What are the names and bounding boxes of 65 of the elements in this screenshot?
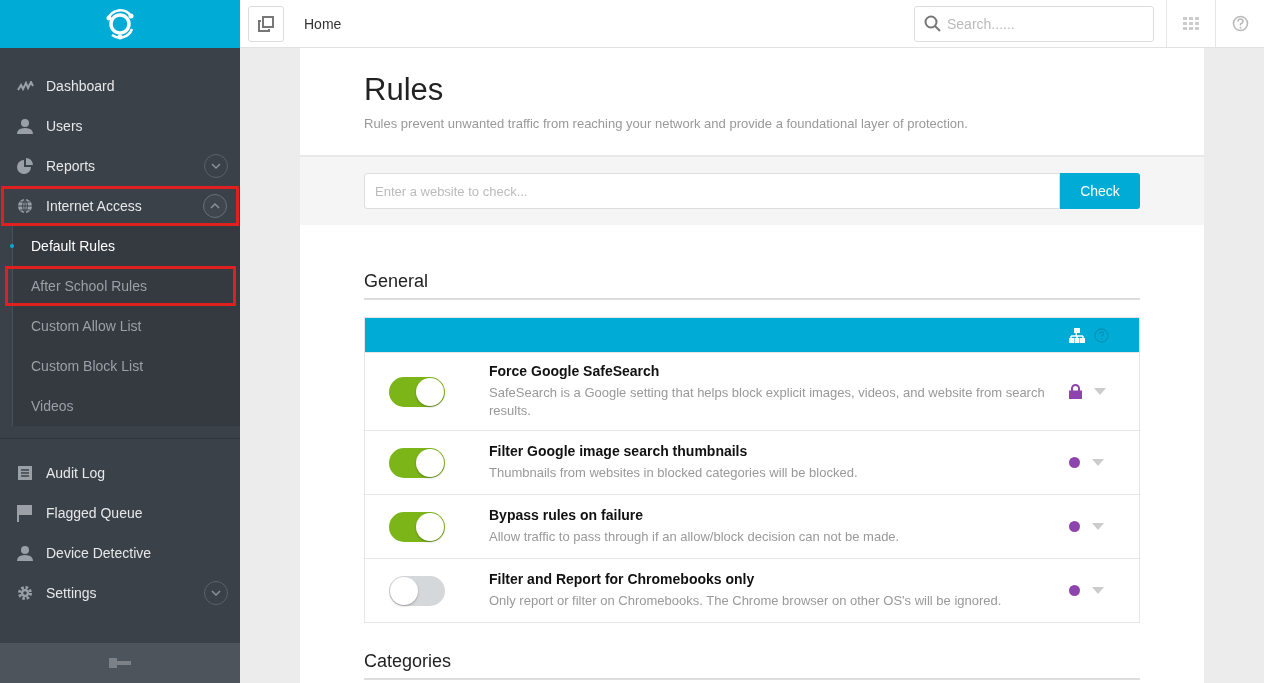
sidebar-item[interactable]: Audit Log xyxy=(0,453,240,493)
sidebar-item[interactable]: Device Detective xyxy=(0,533,240,573)
status-dot xyxy=(1069,585,1080,596)
rule-description: Thumbnails from websites in blocked categories will be blocked. xyxy=(489,464,859,482)
hierarchy-icon[interactable] xyxy=(1069,327,1085,343)
submenu-item[interactable]: Videos xyxy=(13,386,240,426)
page-title: Rules xyxy=(364,72,445,108)
dropdown-caret-icon[interactable] xyxy=(1092,587,1104,594)
nav-label: Device Detective xyxy=(46,545,153,561)
sidebar-item[interactable]: Internet Access xyxy=(1,186,239,226)
user-icon xyxy=(17,118,33,134)
page-subtitle: Rules prevent unwanted traffic from reaching your network and provide a foundational layer of protection. xyxy=(364,116,969,131)
rule-title: Force Google SafeSearch xyxy=(489,363,661,379)
nav-label: Reports xyxy=(46,158,97,174)
sidebar-item[interactable]: Settings xyxy=(0,573,240,613)
toggle-switch[interactable] xyxy=(389,447,445,478)
search-field[interactable]: Search...... xyxy=(914,5,1154,42)
windows-icon xyxy=(258,15,274,32)
section-heading: General xyxy=(364,271,1140,300)
sidebar-item[interactable]: Users xyxy=(0,106,240,146)
nav-label: Audit Log xyxy=(46,465,107,481)
help-icon[interactable] xyxy=(1094,327,1109,343)
submenu-item[interactable]: Custom Allow List xyxy=(13,306,240,346)
rule-description: SafeSearch is a Google setting that helps block explicit images, videos, and website from search results. xyxy=(489,384,1046,420)
sidebar-item[interactable]: Flagged Queue xyxy=(0,493,240,533)
nav-label: Users xyxy=(46,118,84,134)
windows-button[interactable] xyxy=(248,5,284,42)
website-field[interactable]: Enter a website to check... xyxy=(364,173,1060,209)
settings-icon xyxy=(17,585,33,601)
flag-icon xyxy=(17,504,33,522)
globe-icon xyxy=(17,198,33,214)
submenu-item[interactable]: Default Rules xyxy=(13,226,240,266)
user-icon xyxy=(17,545,33,561)
chevron-icon[interactable] xyxy=(203,194,227,218)
toggle-switch[interactable] xyxy=(389,376,445,407)
help-icon[interactable] xyxy=(1231,15,1249,32)
status-dot xyxy=(1069,521,1080,532)
status-dot xyxy=(1069,457,1080,468)
search-icon xyxy=(924,14,941,32)
section-heading: Categories xyxy=(364,651,1140,680)
breadcrumb[interactable]: Home xyxy=(304,15,342,32)
submenu-item[interactable]: After School Rules xyxy=(5,266,236,306)
rule-description: Allow traffic to pass through if an allow/block decision can not be made. xyxy=(489,528,901,546)
nav-label: Dashboard xyxy=(46,78,116,94)
dropdown-caret-icon[interactable] xyxy=(1092,459,1104,466)
rule-title: Filter Google image search thumbnails xyxy=(489,443,749,459)
nav-label: Settings xyxy=(46,585,98,601)
rule-title: Bypass rules on failure xyxy=(489,507,645,523)
activity-icon xyxy=(17,81,35,91)
sidebar-item[interactable]: Dashboard xyxy=(0,66,240,106)
toggle-switch[interactable] xyxy=(389,511,445,542)
apps-grid-icon[interactable] xyxy=(1183,16,1199,31)
key-icon[interactable] xyxy=(109,658,131,668)
toggle-switch[interactable] xyxy=(389,575,445,606)
sidebar-item[interactable]: Reports xyxy=(0,146,240,186)
dropdown-caret-icon[interactable] xyxy=(1092,523,1104,530)
dropdown-caret-icon[interactable] xyxy=(1094,388,1106,395)
list-icon xyxy=(17,465,33,481)
submenu-item[interactable]: Custom Block List xyxy=(13,346,240,386)
nav-label: Internet Access xyxy=(46,198,143,214)
nav-label: Flagged Queue xyxy=(46,505,144,521)
lock-icon xyxy=(1069,384,1082,399)
rule-title: Filter and Report for Chromebooks only xyxy=(489,571,756,587)
pie-chart-icon xyxy=(17,158,33,174)
rule-description: Only report or filter on Chromebooks. The Chrome browser on other OS's will be ignored. xyxy=(489,592,1003,610)
